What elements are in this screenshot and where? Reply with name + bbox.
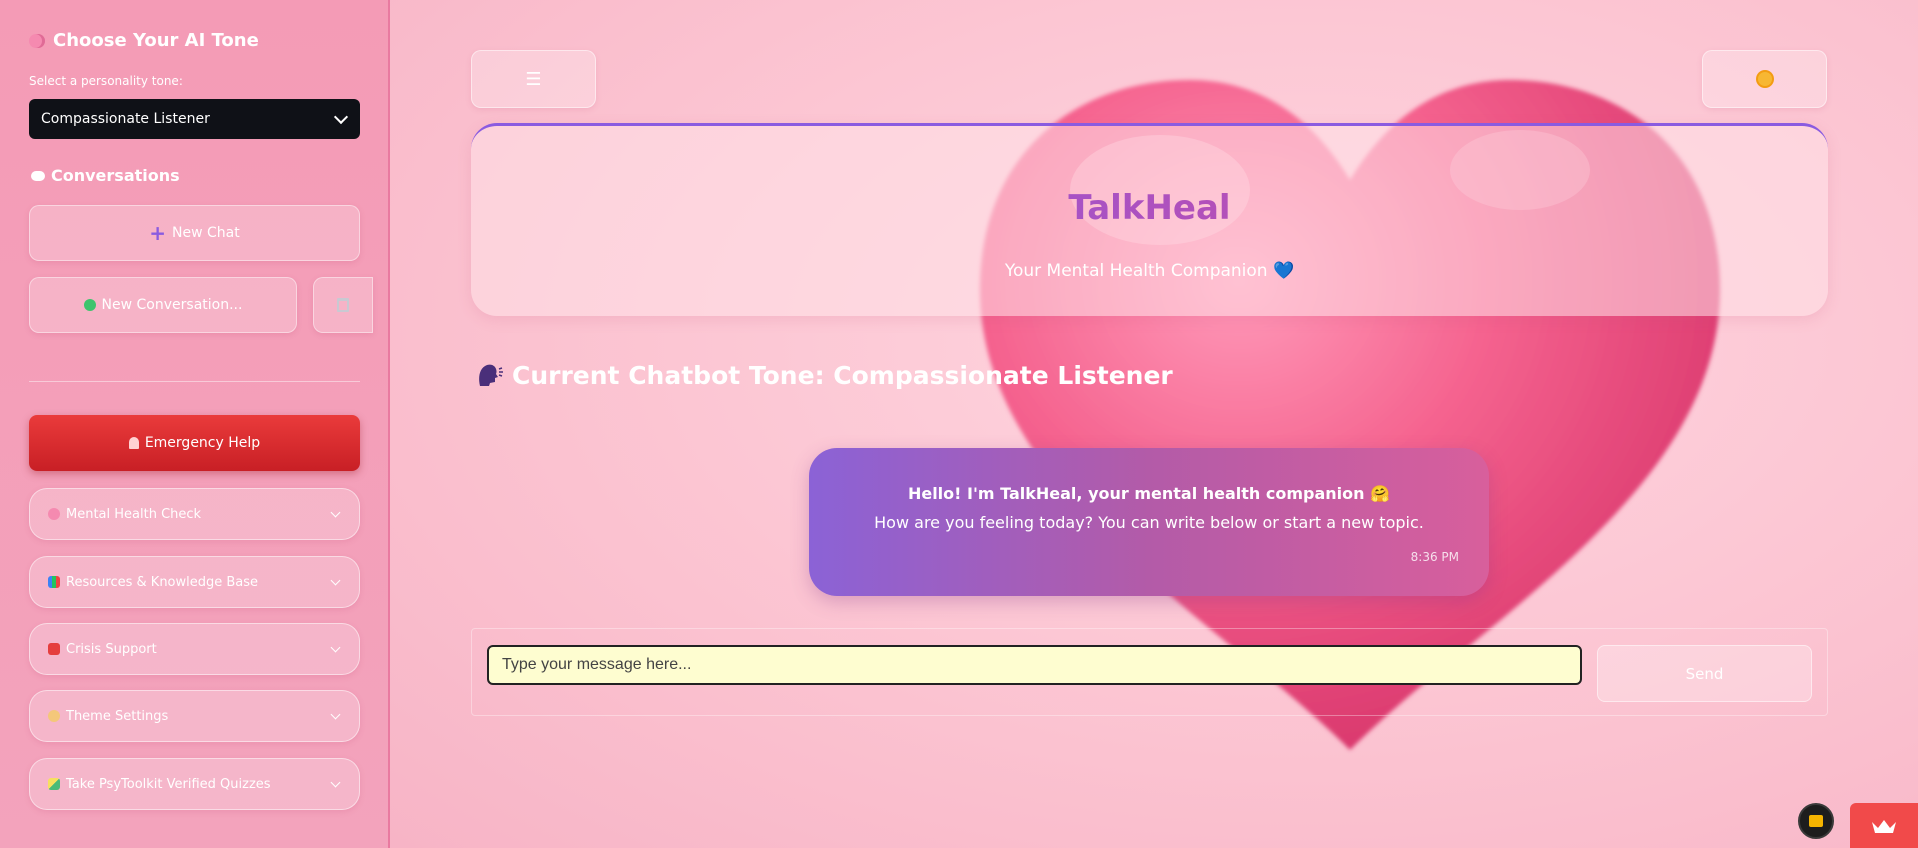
- expander-label: Resources & Knowledge Base: [66, 574, 259, 590]
- speech-bubble-icon: [31, 170, 45, 181]
- mental-health-check-expander[interactable]: Mental Health Check: [29, 488, 360, 540]
- new-chat-label: New Chat: [172, 225, 240, 241]
- app-title: TalkHeal: [471, 188, 1828, 228]
- expander-label: Theme Settings: [66, 708, 169, 724]
- tone-title: Choose Your AI Tone: [29, 30, 259, 51]
- conversations-title: Conversations: [31, 166, 180, 185]
- streamlit-crown-button[interactable]: [1850, 803, 1918, 848]
- bot-message-line1: Hello! I'm TalkHeal, your mental health …: [907, 484, 1391, 503]
- green-dot-icon: [83, 299, 96, 311]
- palette-icon: [48, 710, 60, 722]
- siren-icon: [128, 437, 139, 449]
- hamburger-icon: ☰: [525, 68, 542, 90]
- emergency-help-label: Emergency Help: [144, 435, 261, 451]
- expander-label: Crisis Support: [66, 641, 157, 657]
- status-badge[interactable]: [1798, 803, 1834, 839]
- sidebar: Choose Your AI Tone Select a personality…: [0, 0, 390, 848]
- phone-icon: [48, 643, 60, 655]
- tone-select-value: Compassionate Listener: [41, 111, 210, 127]
- delete-conversation-button[interactable]: [313, 277, 373, 333]
- bot-message-bubble: Hello! I'm TalkHeal, your mental health …: [809, 448, 1489, 596]
- sidebar-divider: [29, 381, 360, 382]
- sun-icon: [1757, 72, 1772, 86]
- send-button[interactable]: Send: [1597, 645, 1812, 702]
- brain-icon: [48, 508, 60, 520]
- tone-select[interactable]: Compassionate Listener: [29, 99, 360, 139]
- chevron-down-icon: [333, 109, 349, 124]
- lock-icon: [1809, 815, 1823, 827]
- app-subtitle: Your Mental Health Companion 💙: [1004, 261, 1295, 281]
- message-input[interactable]: Type your message here...: [487, 645, 1582, 685]
- bot-message-line2: How are you feeling today? You can write…: [874, 513, 1424, 532]
- header-card: TalkHeal Your Mental Health Companion 💙: [471, 123, 1828, 316]
- crown-icon: [1872, 819, 1896, 833]
- plus-icon: +: [149, 221, 167, 245]
- menu-toggle-button[interactable]: ☰: [471, 50, 596, 108]
- expander-label: Take PsyToolkit Verified Quizzes: [66, 776, 271, 792]
- conversation-item-label: New Conversation...: [101, 297, 243, 313]
- new-chat-button[interactable]: + New Chat: [29, 205, 360, 261]
- message-timestamp: 8:36 PM: [1410, 550, 1459, 564]
- brain-icon: [29, 33, 45, 48]
- chevron-down-icon: [330, 507, 341, 517]
- conversations-title-text: Conversations: [51, 166, 180, 185]
- emergency-help-button[interactable]: Emergency Help: [29, 415, 360, 471]
- chevron-down-icon: [330, 575, 341, 585]
- current-tone-heading-text: Current Chatbot Tone: Compassionate List…: [512, 360, 1173, 390]
- theme-toggle-button[interactable]: [1702, 50, 1827, 108]
- resources-expander[interactable]: Resources & Knowledge Base: [29, 556, 360, 608]
- theme-settings-expander[interactable]: Theme Settings: [29, 690, 360, 742]
- trash-icon: [337, 298, 349, 312]
- pencil-icon: [48, 778, 60, 790]
- chevron-down-icon: [330, 642, 341, 652]
- message-input-placeholder: Type your message here...: [502, 656, 692, 673]
- chevron-down-icon: [330, 777, 341, 787]
- conversation-item[interactable]: New Conversation...: [29, 277, 297, 333]
- crisis-support-expander[interactable]: Crisis Support: [29, 623, 360, 675]
- expander-label: Mental Health Check: [66, 506, 202, 522]
- tone-title-text: Choose Your AI Tone: [53, 30, 259, 51]
- books-icon: [48, 576, 60, 588]
- tone-select-label: Select a personality tone:: [29, 74, 183, 88]
- speaking-head-icon: [479, 364, 503, 386]
- current-tone-heading: Current Chatbot Tone: Compassionate List…: [474, 360, 1173, 390]
- psytoolkit-quizzes-expander[interactable]: Take PsyToolkit Verified Quizzes: [29, 758, 360, 810]
- chevron-down-icon: [330, 709, 341, 719]
